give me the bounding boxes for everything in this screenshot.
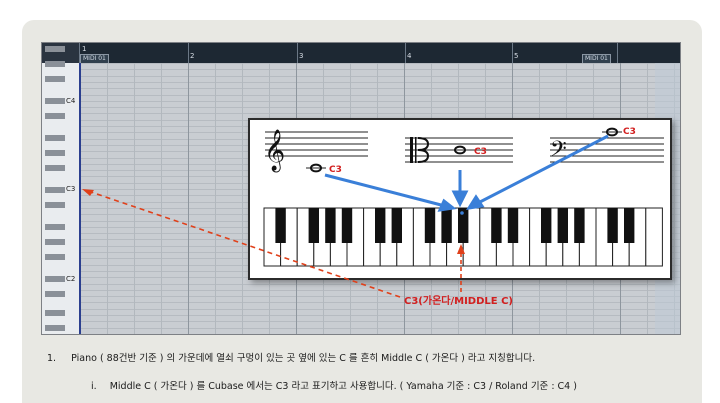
- line1-number: 1.: [47, 353, 57, 364]
- line2-text: Middle C ( 가온다 ) 를 Cubase 에서는 C3 라고 표기하고…: [109, 381, 577, 392]
- red-annotation-arrows: [82, 189, 465, 298]
- middle-c-annotation: C3(가온다/MIDDLE C): [404, 296, 513, 307]
- line2-number: i.: [91, 381, 97, 392]
- description-line-1: 1. Piano ( 88건반 기준 ) 의 가운데에 열쇠 구멍이 있는 곳 …: [47, 350, 535, 364]
- description-line-2: i. Middle C ( 가온다 ) 를 Cubase 에서는 C3 라고 표…: [91, 378, 577, 392]
- line1-text: Piano ( 88건반 기준 ) 의 가운데에 열쇠 구멍이 있는 곳 옆에 …: [71, 353, 536, 364]
